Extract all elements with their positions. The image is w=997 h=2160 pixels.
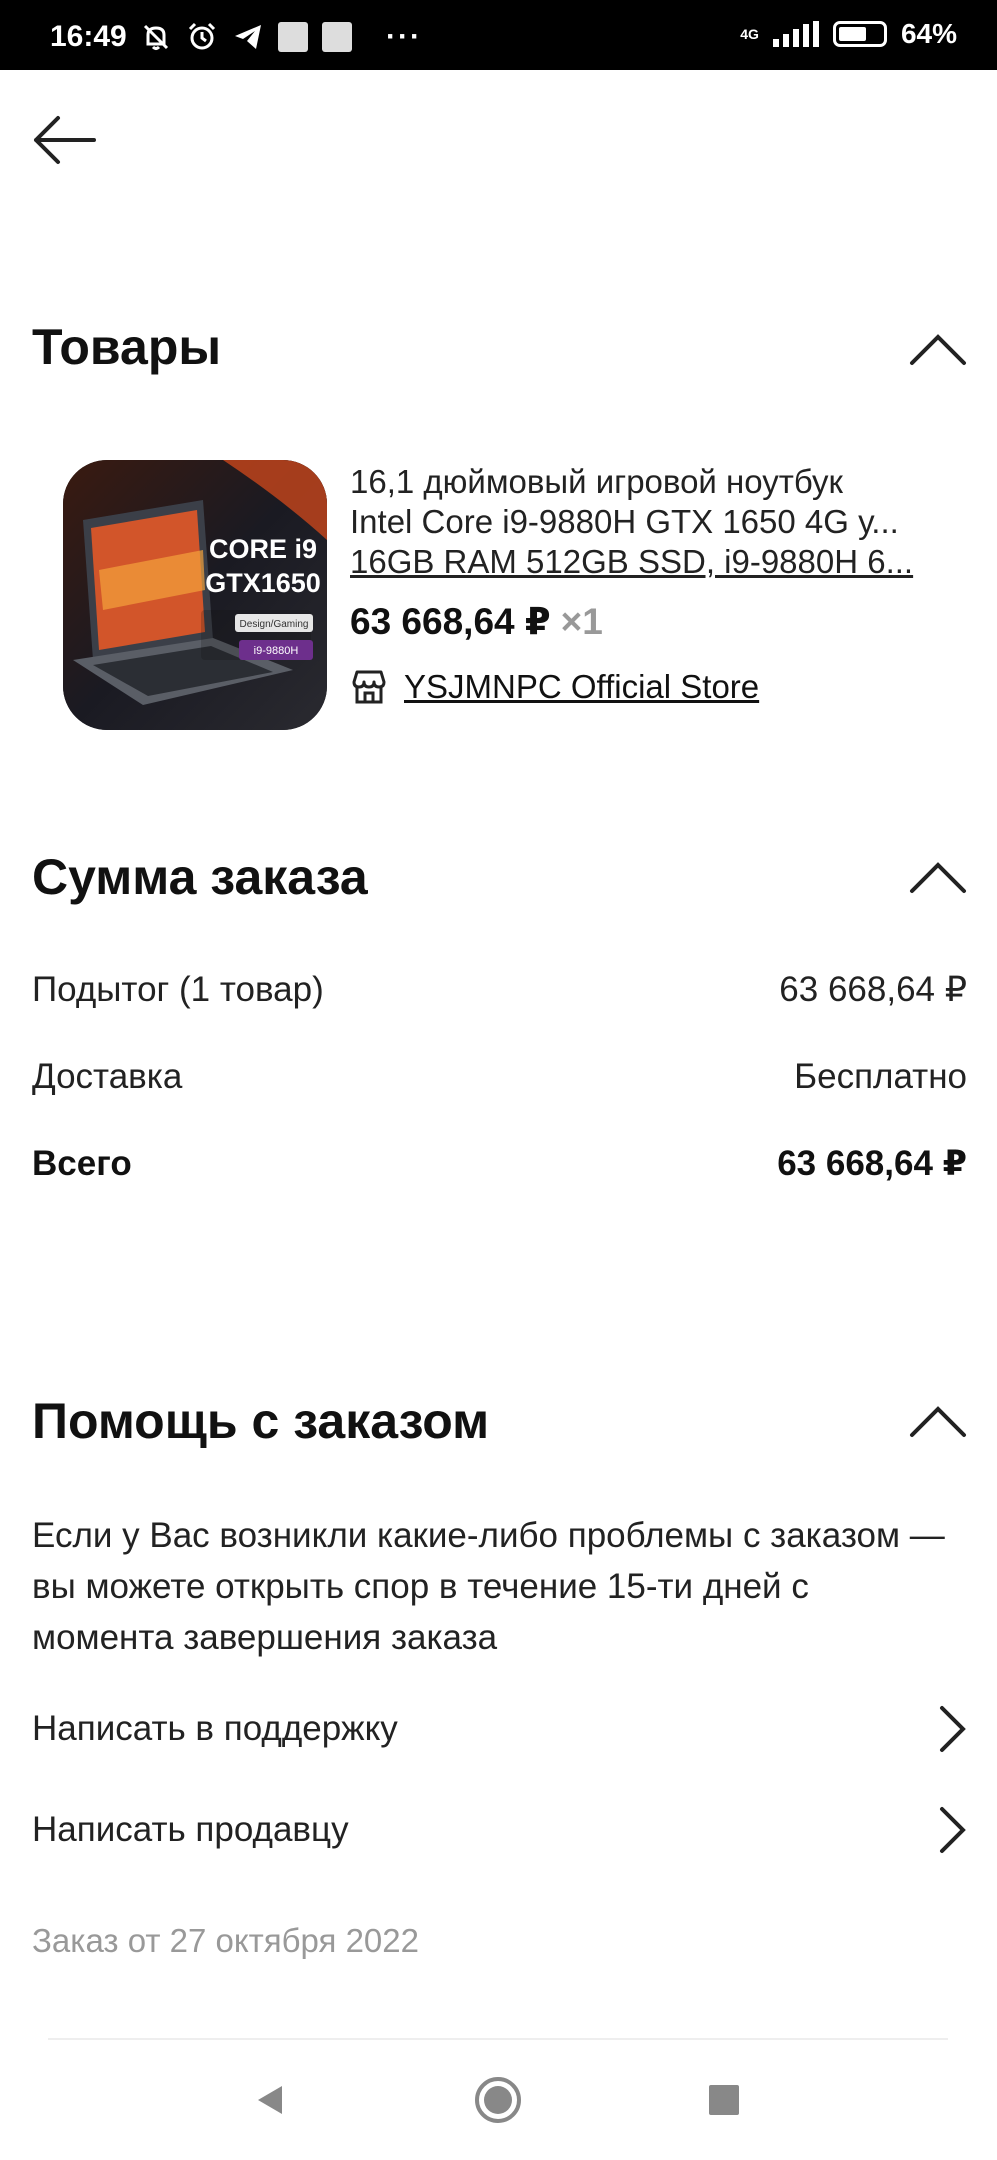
delivery-label: Доставка — [32, 1057, 183, 1096]
total-label: Всего — [32, 1144, 132, 1183]
nav-divider — [48, 2038, 948, 2040]
circle-home-icon — [475, 2077, 521, 2123]
signal-icon — [772, 21, 819, 47]
image-tag: i9-9880H — [254, 645, 299, 657]
store-icon — [352, 670, 386, 704]
product-price: 63 668,64 ₽ — [350, 601, 551, 642]
delivery-row: Доставка Бесплатно — [32, 1057, 967, 1097]
products-section-title: Товары — [32, 319, 222, 375]
app-notification-icon — [278, 22, 308, 52]
arrow-left-icon — [34, 116, 96, 164]
contact-seller-label: Написать продавцу — [32, 1810, 349, 1849]
subtotal-label: Подытог (1 товар) — [32, 970, 324, 1009]
network-type: 4G — [740, 26, 759, 42]
app-notification-icon — [322, 22, 352, 52]
alarm-icon — [188, 22, 216, 50]
product-title-line: 16GB RAM 512GB SSD, i9-9880H 6... — [350, 543, 914, 580]
product-image[interactable]: CORE i9 GTX1650 Design/Gaming i9-9880H — [63, 460, 327, 730]
status-system-icons: 4G 64% — [740, 18, 957, 50]
battery-icon — [832, 21, 887, 47]
order-summary-title: Сумма заказа — [32, 849, 368, 905]
order-date: Заказ от 27 октября 2022 — [32, 1922, 419, 1959]
nav-recents-button[interactable] — [694, 2070, 754, 2130]
contact-seller-button[interactable]: Написать продавцу — [32, 1795, 967, 1865]
collapse-summary-chevron-up-icon[interactable] — [909, 860, 967, 894]
nav-back-button[interactable] — [240, 2070, 300, 2130]
image-caption-line2: GTX1650 — [205, 568, 321, 598]
contact-support-button[interactable]: Написать в поддержку — [32, 1694, 967, 1764]
product-title[interactable]: 16,1 дюймовый игровой ноутбук Intel Core… — [350, 462, 950, 582]
store-link[interactable]: YSJMNPC Official Store — [350, 668, 759, 706]
help-section-title: Помощь с заказом — [32, 1393, 490, 1449]
chevron-right-icon — [940, 1807, 966, 1853]
back-button[interactable] — [30, 110, 100, 170]
total-value: 63 668,64 ₽ — [777, 1144, 967, 1183]
help-description: Если у Вас возникли какие-либо проблемы … — [32, 1516, 945, 1657]
laptop-image: CORE i9 GTX1650 Design/Gaming i9-9880H — [63, 460, 327, 730]
collapse-help-chevron-up-icon[interactable] — [909, 1404, 967, 1438]
chevron-right-icon — [940, 1706, 966, 1752]
product-title-line: Intel Core i9-9880H GTX 1650 4G у... — [350, 503, 899, 540]
contact-support-label: Написать в поддержку — [32, 1709, 398, 1748]
battery-percent: 64% — [900, 18, 957, 49]
total-row: Всего 63 668,64 ₽ — [32, 1144, 967, 1184]
image-caption-line1: CORE i9 — [209, 534, 317, 564]
nav-home-button[interactable] — [468, 2070, 528, 2130]
delivery-value: Бесплатно — [794, 1057, 967, 1096]
status-time: 16:49 — [50, 20, 127, 53]
subtotal-value: 63 668,64 ₽ — [779, 970, 967, 1009]
product-quantity: ×1 — [560, 601, 603, 642]
store-name: YSJMNPC Official Store — [404, 668, 760, 705]
square-recents-icon — [709, 2085, 739, 2115]
status-bar: 16:49 ··· 4G 64% — [0, 0, 997, 70]
product-price-row: 63 668,64 ₽ ×1 — [350, 600, 603, 643]
product-title-line: 16,1 дюймовый игровой ноутбук — [350, 463, 843, 500]
status-notification-icons: ··· — [140, 20, 422, 54]
more-notifications-icon: ··· — [386, 20, 422, 53]
collapse-products-chevron-up-icon[interactable] — [909, 332, 967, 366]
triangle-back-icon — [258, 2086, 282, 2114]
bell-off-icon — [143, 24, 169, 50]
subtotal-row: Подытог (1 товар) 63 668,64 ₽ — [32, 970, 967, 1010]
image-badge: Design/Gaming — [240, 619, 309, 630]
telegram-icon — [235, 25, 261, 49]
